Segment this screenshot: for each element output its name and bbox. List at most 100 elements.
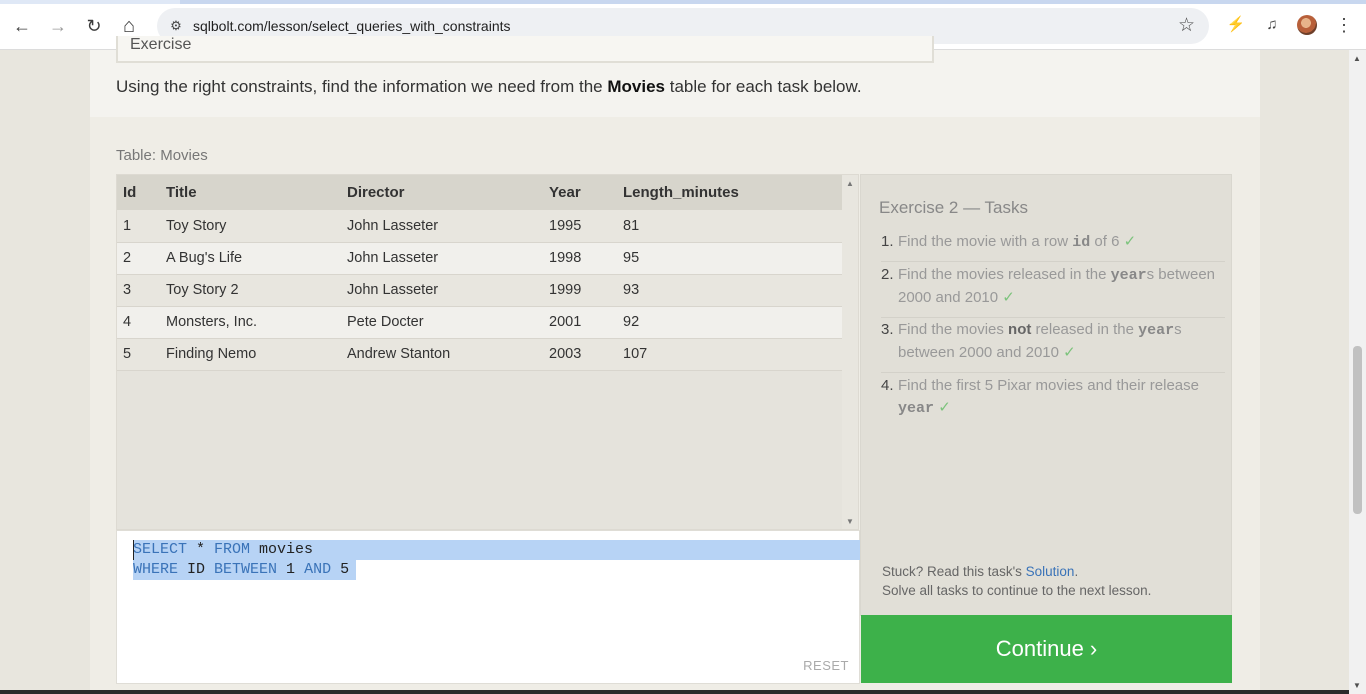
check-icon: ✓ (1123, 233, 1137, 250)
task-text: Find the movie with a row id of 6 ✓ (898, 231, 1223, 254)
solution-link[interactable]: Solution (1026, 564, 1075, 579)
tasks-title: Exercise 2 — Tasks (879, 198, 1028, 217)
task-code: year (898, 400, 935, 417)
back-icon[interactable]: ← (10, 14, 34, 38)
table-cell: John Lasseter (341, 242, 543, 275)
table-label: Table: Movies (116, 147, 208, 164)
table-cell: 107 (617, 338, 844, 371)
sql-token: ID (178, 561, 215, 578)
task-number: 1. (881, 233, 894, 250)
table-cell: 92 (617, 306, 844, 339)
task-text-part: Find the movies (898, 321, 1009, 338)
sql-keyword: AND (304, 561, 332, 578)
results-table-container[interactable]: Id Title Director Year Length_minutes 1 … (116, 174, 859, 530)
sql-keyword: BETWEEN (214, 561, 278, 578)
menu-icon[interactable]: ⋮ (1333, 14, 1355, 36)
table-cell: Toy Story (160, 210, 341, 243)
taskbar-strip (0, 690, 1349, 694)
table-cell: 1995 (543, 210, 617, 243)
table-cell: 4 (117, 306, 160, 339)
table-cell: 5 (117, 338, 160, 371)
exercise-header-box: Exercise (116, 36, 934, 63)
task-text: Find the first 5 Pixar movies and their … (898, 375, 1223, 420)
sql-token: 1 (277, 561, 305, 578)
table-cell: 3 (117, 274, 160, 307)
sql-editor[interactable]: SELECT * FROM movies WHERE ID BETWEEN 1 … (116, 530, 860, 684)
task-emphasis: not (1008, 321, 1032, 338)
scroll-down-arrow-icon[interactable]: ▼ (1353, 681, 1361, 690)
stuck-text: . (1074, 564, 1079, 579)
intro-area: Exercise Using the right constraints, fi… (90, 36, 1260, 117)
scroll-up-arrow-icon[interactable]: ▲ (1353, 54, 1361, 63)
task-text-part: Find the first 5 Pixar movies and their … (898, 377, 1199, 394)
table-cell: 95 (617, 242, 844, 275)
table-scrollbar[interactable]: ▲ ▼ (842, 175, 858, 529)
scroll-down-arrow-icon[interactable]: ▼ (846, 517, 854, 526)
task-text-part: Find the movie with a row (898, 233, 1073, 250)
editor-line[interactable]: SELECT * FROM movies (133, 540, 313, 560)
profile-avatar[interactable] (1297, 15, 1317, 35)
media-control-icon[interactable]: ♫ (1261, 14, 1283, 36)
continue-button[interactable]: Continue › (861, 615, 1232, 683)
solve-all-text: Solve all tasks to continue to the next … (882, 583, 1152, 598)
table-cell: A Bug's Life (160, 242, 341, 275)
home-icon[interactable]: ⌂ (117, 14, 141, 38)
table-row: 5 Finding Nemo Andrew Stanton 2003 107 (117, 338, 844, 371)
task-item: 4. Find the first 5 Pixar movies and the… (881, 375, 1225, 429)
column-header: Title (160, 175, 341, 210)
task-code: year (1110, 267, 1147, 284)
intro-text: Using the right constraints, find the in… (116, 77, 862, 97)
check-icon: ✓ (1063, 344, 1076, 361)
tasks-panel: Exercise 2 — Tasks 1. Find the movie wit… (860, 174, 1232, 616)
column-header: Director (341, 175, 543, 210)
sql-token: movies (250, 541, 314, 558)
table-cell: Finding Nemo (160, 338, 341, 371)
task-code: id (1072, 234, 1091, 251)
column-header: Year (543, 175, 617, 210)
table-cell: 1 (117, 210, 160, 243)
table-cell: 2001 (543, 306, 617, 339)
site-info-icon[interactable]: ⚙ (165, 15, 187, 37)
table-cell: 2 (117, 242, 160, 275)
task-item: 2. Find the movies released in the years… (881, 264, 1225, 318)
stuck-hint: Stuck? Read this task's Solution. Solve … (882, 562, 1151, 600)
active-tab[interactable] (180, 0, 1366, 4)
column-header: Length_minutes (617, 175, 844, 210)
table-cell: Monsters, Inc. (160, 306, 341, 339)
intro-text-post: table for each task below. (665, 77, 862, 96)
task-text: Find the movies released in the years be… (898, 264, 1223, 309)
results-table: Id Title Director Year Length_minutes 1 … (117, 175, 844, 371)
task-number: 3. (881, 321, 894, 338)
intro-text-pre: Using the right constraints, find the in… (116, 77, 608, 96)
table-header-row: Id Title Director Year Length_minutes (117, 175, 844, 210)
table-cell: 1998 (543, 242, 617, 275)
table-row: 3 Toy Story 2 John Lasseter 1999 93 (117, 274, 844, 307)
table-cell: Andrew Stanton (341, 338, 543, 371)
task-item: 1. Find the movie with a row id of 6 ✓ (881, 231, 1225, 262)
table-row: 2 A Bug's Life John Lasseter 1998 95 (117, 242, 844, 275)
table-cell: Pete Docter (341, 306, 543, 339)
table-cell: John Lasseter (341, 274, 543, 307)
page-scrollbar[interactable]: ▲ ▼ (1349, 50, 1366, 694)
extension-icon[interactable]: ⚡ (1225, 14, 1247, 36)
exercise-header: Exercise (130, 36, 192, 53)
task-text-part: released in the (1031, 321, 1139, 338)
forward-icon[interactable]: → (46, 14, 70, 38)
scrollbar-thumb[interactable] (1353, 346, 1362, 514)
reload-icon[interactable]: ↻ (82, 14, 106, 38)
table-cell: 81 (617, 210, 844, 243)
editor-line[interactable]: WHERE ID BETWEEN 1 AND 5 (133, 560, 349, 580)
table-cell: 1999 (543, 274, 617, 307)
table-cell: 2003 (543, 338, 617, 371)
task-text: Find the movies not released in the year… (898, 319, 1223, 364)
check-icon: ✓ (938, 399, 951, 416)
reset-button[interactable]: RESET (803, 658, 849, 673)
check-icon: ✓ (1002, 289, 1015, 306)
lesson-content: Exercise Using the right constraints, fi… (90, 36, 1260, 694)
table-row: 1 Toy Story John Lasseter 1995 81 (117, 210, 844, 243)
bookmark-star-icon[interactable]: ☆ (1178, 14, 1195, 37)
url-text[interactable]: sqlbolt.com/lesson/select_queries_with_c… (193, 18, 511, 34)
task-text-part: of 6 (1090, 233, 1124, 250)
sql-keyword: SELECT (133, 541, 188, 558)
scroll-up-arrow-icon[interactable]: ▲ (846, 179, 854, 188)
